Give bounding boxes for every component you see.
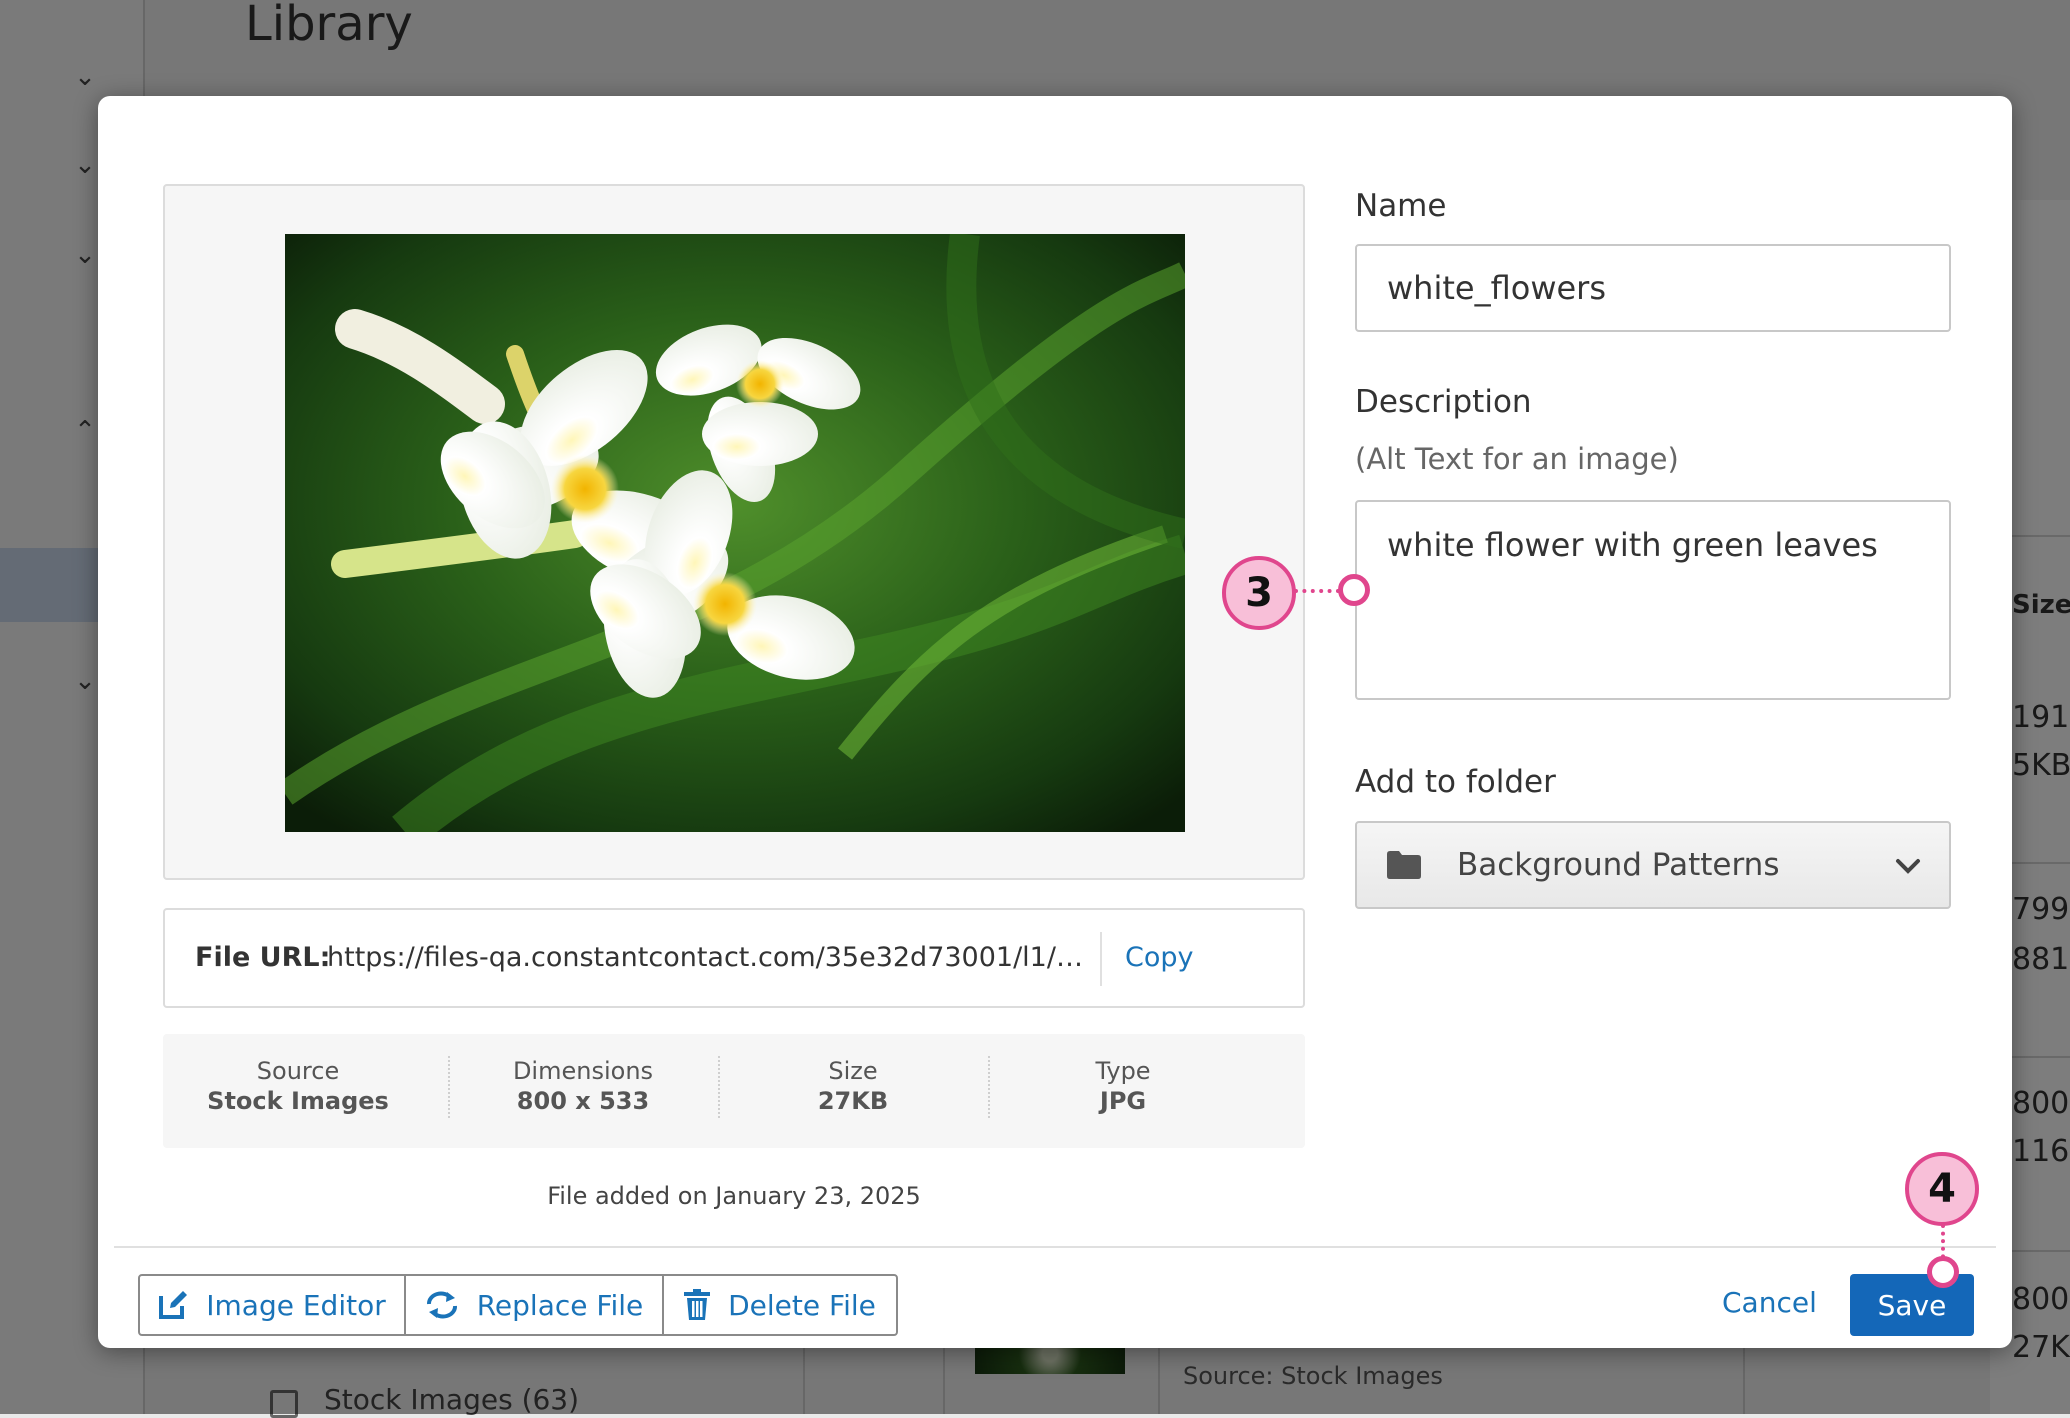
chevron-down-icon	[1896, 859, 1920, 874]
meta-source-label: Source	[256, 1057, 340, 1085]
meta-source: Source Stock Images	[163, 1056, 433, 1116]
copy-url-button[interactable]: Copy	[1125, 942, 1194, 973]
description-sublabel: (Alt Text for an image)	[1355, 442, 1679, 476]
folder-select-value: Background Patterns	[1457, 847, 1780, 883]
meta-dimensions-value: 800 x 533	[516, 1087, 650, 1115]
file-added-date: File added on January 23, 2025	[547, 1182, 921, 1210]
meta-source-value: Stock Images	[207, 1087, 389, 1115]
image-editor-button[interactable]: Image Editor	[140, 1276, 404, 1334]
trash-icon	[684, 1289, 711, 1320]
replace-file-button[interactable]: Replace File	[404, 1276, 662, 1334]
file-url-value[interactable]: https://files-qa.constantcontact.com/35e…	[327, 942, 1097, 973]
meta-size: Size 27KB	[718, 1056, 988, 1116]
meta-size-value: 27KB	[817, 1087, 889, 1115]
folder-label: Add to folder	[1355, 764, 1556, 800]
callout-connector	[1294, 589, 1340, 593]
meta-size-label: Size	[828, 1057, 878, 1085]
meta-dimensions: Dimensions 800 x 533	[448, 1056, 718, 1116]
delete-file-label: Delete File	[728, 1288, 876, 1322]
replace-file-label: Replace File	[476, 1288, 644, 1322]
image-preview	[285, 234, 1185, 832]
meta-type: Type JPG	[988, 1056, 1258, 1116]
description-label: Description	[1355, 384, 1532, 420]
image-editor-label: Image Editor	[206, 1288, 386, 1322]
step-callout-4: 4	[1905, 1152, 1979, 1226]
description-input[interactable]: white flower with green leaves	[1355, 500, 1951, 700]
meta-dimensions-label: Dimensions	[512, 1057, 654, 1085]
name-label: Name	[1355, 188, 1447, 224]
folder-icon	[1387, 851, 1421, 879]
file-metadata: Source Stock Images Dimensions 800 x 533…	[163, 1034, 1305, 1148]
edit-icon	[159, 1291, 188, 1319]
step-callout-3: 3	[1222, 556, 1296, 630]
footer-divider	[114, 1246, 1996, 1248]
image-details-modal: File URL: https://files-qa.constantconta…	[98, 96, 2012, 1348]
callout-target-dot	[1927, 1256, 1959, 1288]
delete-file-button[interactable]: Delete File	[662, 1276, 896, 1334]
cancel-button[interactable]: Cancel	[1722, 1286, 1817, 1319]
file-url-label: File URL:	[195, 942, 331, 973]
image-preview-panel	[163, 184, 1305, 880]
file-url-divider	[1100, 932, 1102, 986]
meta-type-label: Type	[1095, 1057, 1151, 1085]
replace-icon	[426, 1291, 457, 1319]
file-url-box: File URL: https://files-qa.constantconta…	[163, 908, 1305, 1008]
flower-photo	[285, 234, 1185, 832]
callout-target-dot	[1338, 574, 1370, 606]
file-actions-group: Image Editor Replace File Delete File	[138, 1274, 898, 1336]
save-button[interactable]: Save	[1850, 1274, 1974, 1336]
name-input[interactable]	[1355, 244, 1951, 332]
meta-type-value: JPG	[1099, 1087, 1147, 1115]
folder-select[interactable]: Background Patterns	[1355, 821, 1951, 909]
